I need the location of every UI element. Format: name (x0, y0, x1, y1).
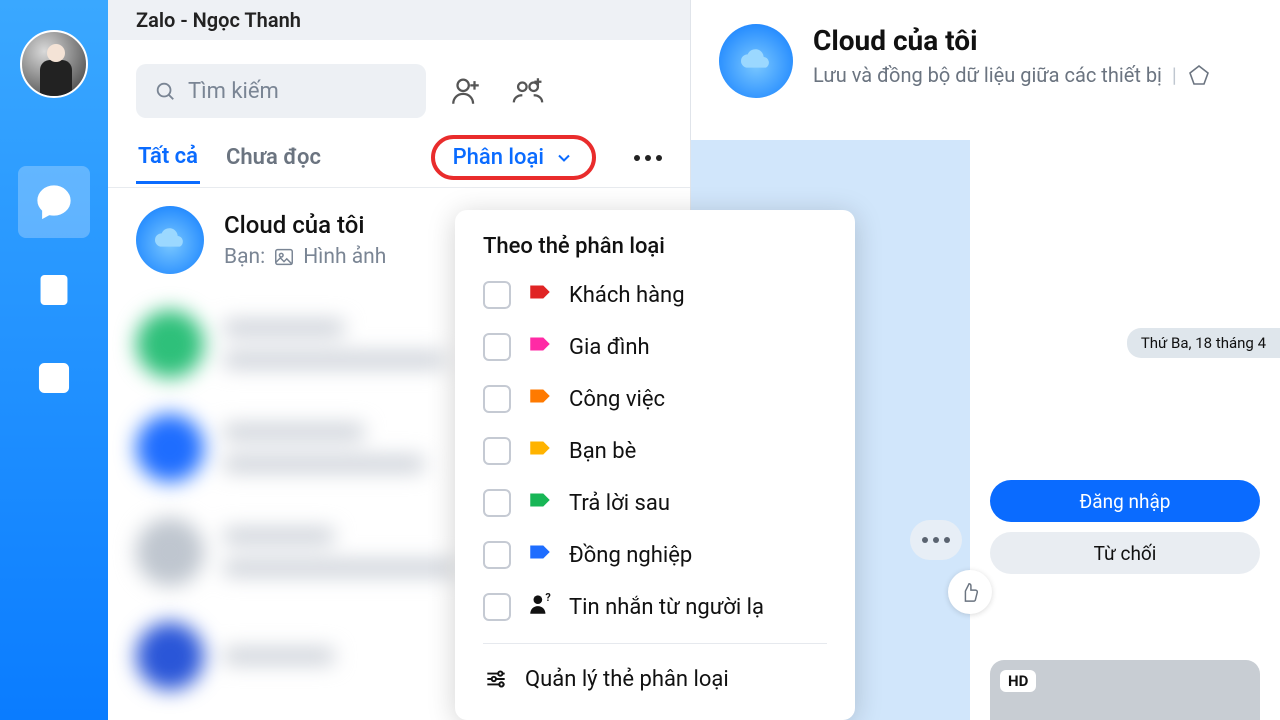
popup-item-tag[interactable]: Công việc (455, 373, 855, 425)
reaction-like-button[interactable] (948, 570, 992, 614)
window-title: Zalo - Ngọc Thanh (108, 0, 690, 40)
popup-header: Theo thẻ phân loại (455, 230, 855, 269)
popup-item-label: Gia đình (569, 335, 650, 360)
popup-item-tag[interactable]: Bạn bè (455, 425, 855, 477)
tag-icon[interactable] (1187, 63, 1211, 87)
popup-item-label: Tin nhắn từ người lạ (569, 595, 764, 620)
contacts-icon (35, 271, 73, 309)
nav-chat[interactable] (18, 166, 90, 238)
search-icon (154, 80, 176, 102)
checkbox[interactable] (483, 541, 511, 569)
classify-button[interactable]: Phân loại (431, 135, 596, 180)
media-message[interactable]: HD (990, 660, 1260, 720)
tag-color-icon (527, 331, 553, 363)
tag-color-icon (527, 383, 553, 415)
nav-contacts[interactable] (18, 254, 90, 326)
search-input[interactable]: Tìm kiếm (136, 64, 426, 118)
image-icon (273, 246, 295, 268)
checkbox[interactable] (483, 489, 511, 517)
chat-avatar[interactable] (719, 24, 793, 98)
chat-icon (35, 183, 73, 221)
checkbox[interactable] (483, 437, 511, 465)
date-separator: Thứ Ba, 18 tháng 4 (1127, 328, 1280, 358)
message-more-button[interactable] (910, 520, 962, 560)
thumbs-up-icon (959, 581, 981, 603)
conversation-name: Cloud của tôi (224, 211, 386, 239)
checkbox[interactable] (483, 333, 511, 361)
nav-tasks[interactable] (18, 342, 90, 414)
user-avatar[interactable] (20, 30, 88, 98)
create-group-button[interactable] (506, 69, 550, 113)
hd-badge: HD (1000, 670, 1036, 692)
cloud-icon (736, 41, 776, 81)
chat-title: Cloud của tôi (813, 24, 1252, 57)
popup-item-label: Khách hàng (569, 283, 685, 308)
cloud-avatar (136, 206, 204, 274)
tab-unread[interactable]: Chưa đọc (224, 133, 323, 182)
decline-button[interactable]: Từ chối (990, 532, 1260, 574)
tag-color-icon (527, 539, 553, 571)
add-friend-button[interactable] (444, 69, 488, 113)
classify-popup: Theo thẻ phân loại Khách hàng Gia đình Côn… (455, 210, 855, 720)
popup-item-tag[interactable]: Gia đình (455, 321, 855, 373)
cloud-icon (150, 220, 190, 260)
chat-header: Cloud của tôi Lưu và đồng bộ dữ liệu giữ… (691, 0, 1280, 140)
tag-color-icon (527, 435, 553, 467)
svg-text:?: ? (545, 591, 550, 604)
tabs-more-button[interactable] (634, 155, 662, 161)
check-square-icon (35, 359, 73, 397)
popup-item-label: Bạn bè (569, 439, 636, 464)
popup-manage-tags[interactable]: Quản lý thẻ phân loại (455, 654, 855, 704)
classify-label: Phân loại (453, 145, 544, 170)
tag-color-icon (527, 487, 553, 519)
nav-rail (0, 0, 108, 720)
stranger-icon: ? (527, 591, 553, 623)
popup-item-tag[interactable]: Đồng nghiệp (455, 529, 855, 581)
checkbox[interactable] (483, 385, 511, 413)
checkbox[interactable] (483, 593, 511, 621)
checkbox[interactable] (483, 281, 511, 309)
chat-subtitle: Lưu và đồng bộ dữ liệu giữa các thiết bị… (813, 63, 1252, 87)
popup-item-label: Trả lời sau (569, 491, 670, 516)
user-plus-icon (449, 74, 483, 108)
popup-item-label: Công việc (569, 387, 665, 412)
search-placeholder: Tìm kiếm (188, 79, 279, 104)
popup-item-tag[interactable]: Khách hàng (455, 269, 855, 321)
popup-item-stranger[interactable]: ? Tin nhắn từ người lạ (455, 581, 855, 633)
group-plus-icon (511, 74, 545, 108)
popup-item-tag[interactable]: Trả lời sau (455, 477, 855, 529)
conversation-preview: Bạn: Hình ảnh (224, 245, 386, 269)
popup-manage-label: Quản lý thẻ phân loại (525, 667, 729, 692)
tag-color-icon (527, 279, 553, 311)
popup-item-label: Đồng nghiệp (569, 543, 692, 568)
chevron-down-icon (554, 148, 574, 168)
sliders-icon (483, 666, 509, 692)
login-button[interactable]: Đăng nhập (990, 480, 1260, 522)
tab-all[interactable]: Tất cả (136, 132, 200, 184)
filter-tabs: Tất cả Chưa đọc Phân loại (108, 128, 690, 188)
